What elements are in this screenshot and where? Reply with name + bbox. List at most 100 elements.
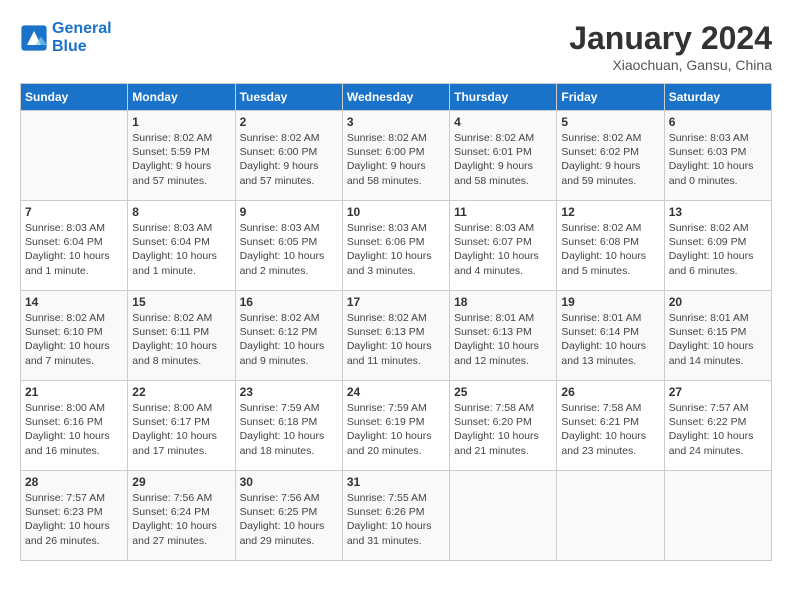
day-header-friday: Friday: [557, 84, 664, 111]
calendar-table: SundayMondayTuesdayWednesdayThursdayFrid…: [20, 83, 772, 561]
day-info: Sunrise: 7:56 AM Sunset: 6:25 PM Dayligh…: [240, 491, 338, 548]
calendar-week-3: 14 Sunrise: 8:02 AM Sunset: 6:10 PM Dayli…: [21, 291, 772, 381]
location-subtitle: Xiaochuan, Gansu, China: [569, 57, 772, 73]
day-number: 9: [240, 205, 338, 219]
calendar-cell: 9 Sunrise: 8:03 AM Sunset: 6:05 PM Daylig…: [235, 201, 342, 291]
day-number: 6: [669, 115, 767, 129]
day-header-saturday: Saturday: [664, 84, 771, 111]
calendar-cell: 29 Sunrise: 7:56 AM Sunset: 6:24 PM Dayli…: [128, 471, 235, 561]
day-number: 30: [240, 475, 338, 489]
day-number: 14: [25, 295, 123, 309]
day-number: 15: [132, 295, 230, 309]
month-title: January 2024: [569, 20, 772, 57]
day-info: Sunrise: 8:02 AM Sunset: 6:01 PM Dayligh…: [454, 131, 552, 188]
day-header-monday: Monday: [128, 84, 235, 111]
day-number: 20: [669, 295, 767, 309]
day-info: Sunrise: 8:01 AM Sunset: 6:14 PM Dayligh…: [561, 311, 659, 368]
day-info: Sunrise: 7:56 AM Sunset: 6:24 PM Dayligh…: [132, 491, 230, 548]
logo-blue: Blue: [52, 38, 87, 55]
day-number: 17: [347, 295, 445, 309]
calendar-cell: 8 Sunrise: 8:03 AM Sunset: 6:04 PM Daylig…: [128, 201, 235, 291]
logo: General Blue: [20, 20, 112, 56]
day-info: Sunrise: 8:02 AM Sunset: 6:00 PM Dayligh…: [347, 131, 445, 188]
day-info: Sunrise: 8:02 AM Sunset: 6:13 PM Dayligh…: [347, 311, 445, 368]
logo-general: General: [52, 20, 112, 37]
calendar-cell: 26Sunrise: 7:58 AM Sunset: 6:21 PM Dayli…: [557, 381, 664, 471]
calendar-cell: 16 Sunrise: 8:02 AM Sunset: 6:12 PM Dayli…: [235, 291, 342, 381]
calendar-cell: 14 Sunrise: 8:02 AM Sunset: 6:10 PM Dayli…: [21, 291, 128, 381]
day-number: 2: [240, 115, 338, 129]
title-block: January 2024 Xiaochuan, Gansu, China: [569, 20, 772, 73]
calendar-week-5: 28Sunrise: 7:57 AM Sunset: 6:23 PM Dayli…: [21, 471, 772, 561]
calendar-cell: 3 Sunrise: 8:02 AM Sunset: 6:00 PM Daylig…: [342, 111, 449, 201]
day-info: Sunrise: 8:02 AM Sunset: 5:59 PM Dayligh…: [132, 131, 230, 188]
day-number: 8: [132, 205, 230, 219]
day-info: Sunrise: 8:02 AM Sunset: 6:09 PM Dayligh…: [669, 221, 767, 278]
calendar-cell: 31 Sunrise: 7:55 AM Sunset: 6:26 PM Dayli…: [342, 471, 449, 561]
day-info: Sunrise: 8:02 AM Sunset: 6:02 PM Dayligh…: [561, 131, 659, 188]
logo-icon: [20, 24, 48, 52]
day-number: 11: [454, 205, 552, 219]
calendar-cell: [557, 471, 664, 561]
day-info: Sunrise: 8:02 AM Sunset: 6:10 PM Dayligh…: [25, 311, 123, 368]
calendar-cell: 19 Sunrise: 8:01 AM Sunset: 6:14 PM Dayli…: [557, 291, 664, 381]
day-number: 29: [132, 475, 230, 489]
day-number: 19: [561, 295, 659, 309]
day-info: Sunrise: 7:55 AM Sunset: 6:26 PM Dayligh…: [347, 491, 445, 548]
calendar-cell: 17 Sunrise: 8:02 AM Sunset: 6:13 PM Dayli…: [342, 291, 449, 381]
calendar-cell: 23Sunrise: 7:59 AM Sunset: 6:18 PM Dayli…: [235, 381, 342, 471]
calendar-cell: 12 Sunrise: 8:02 AM Sunset: 6:08 PM Dayli…: [557, 201, 664, 291]
page-header: General Blue January 2024 Xiaochuan, Gan…: [20, 20, 772, 73]
day-number: 13: [669, 205, 767, 219]
calendar-cell: 22Sunrise: 8:00 AM Sunset: 6:17 PM Dayli…: [128, 381, 235, 471]
day-number: 16: [240, 295, 338, 309]
calendar-cell: 27Sunrise: 7:57 AM Sunset: 6:22 PM Dayli…: [664, 381, 771, 471]
day-number: 10: [347, 205, 445, 219]
calendar-cell: 7 Sunrise: 8:03 AM Sunset: 6:04 PM Daylig…: [21, 201, 128, 291]
calendar-cell: [21, 111, 128, 201]
day-number: 3: [347, 115, 445, 129]
calendar-cell: 18Sunrise: 8:01 AM Sunset: 6:13 PM Dayli…: [450, 291, 557, 381]
day-info: Sunrise: 8:02 AM Sunset: 6:11 PM Dayligh…: [132, 311, 230, 368]
calendar-cell: 11Sunrise: 8:03 AM Sunset: 6:07 PM Dayli…: [450, 201, 557, 291]
calendar-cell: 10Sunrise: 8:03 AM Sunset: 6:06 PM Dayli…: [342, 201, 449, 291]
day-info: Sunrise: 8:02 AM Sunset: 6:00 PM Dayligh…: [240, 131, 338, 188]
day-header-tuesday: Tuesday: [235, 84, 342, 111]
day-number: 31: [347, 475, 445, 489]
day-info: Sunrise: 8:03 AM Sunset: 6:04 PM Dayligh…: [132, 221, 230, 278]
calendar-week-4: 21Sunrise: 8:00 AM Sunset: 6:16 PM Dayli…: [21, 381, 772, 471]
day-number: 26: [561, 385, 659, 399]
logo-text: General Blue: [52, 20, 112, 56]
day-info: Sunrise: 7:58 AM Sunset: 6:20 PM Dayligh…: [454, 401, 552, 458]
calendar-body: 1Sunrise: 8:02 AM Sunset: 5:59 PM Daylig…: [21, 111, 772, 561]
calendar-cell: 6Sunrise: 8:03 AM Sunset: 6:03 PM Daylig…: [664, 111, 771, 201]
day-info: Sunrise: 8:02 AM Sunset: 6:12 PM Dayligh…: [240, 311, 338, 368]
calendar-week-2: 7 Sunrise: 8:03 AM Sunset: 6:04 PM Daylig…: [21, 201, 772, 291]
day-info: Sunrise: 8:01 AM Sunset: 6:13 PM Dayligh…: [454, 311, 552, 368]
day-info: Sunrise: 8:02 AM Sunset: 6:08 PM Dayligh…: [561, 221, 659, 278]
day-number: 12: [561, 205, 659, 219]
calendar-cell: 4Sunrise: 8:02 AM Sunset: 6:01 PM Daylig…: [450, 111, 557, 201]
day-info: Sunrise: 8:00 AM Sunset: 6:17 PM Dayligh…: [132, 401, 230, 458]
calendar-header-row: SundayMondayTuesdayWednesdayThursdayFrid…: [21, 84, 772, 111]
day-number: 27: [669, 385, 767, 399]
calendar-cell: 21Sunrise: 8:00 AM Sunset: 6:16 PM Dayli…: [21, 381, 128, 471]
calendar-week-1: 1Sunrise: 8:02 AM Sunset: 5:59 PM Daylig…: [21, 111, 772, 201]
day-number: 5: [561, 115, 659, 129]
day-header-wednesday: Wednesday: [342, 84, 449, 111]
calendar-cell: 15 Sunrise: 8:02 AM Sunset: 6:11 PM Dayli…: [128, 291, 235, 381]
day-number: 24: [347, 385, 445, 399]
day-number: 28: [25, 475, 123, 489]
day-info: Sunrise: 7:59 AM Sunset: 6:18 PM Dayligh…: [240, 401, 338, 458]
calendar-cell: 1Sunrise: 8:02 AM Sunset: 5:59 PM Daylig…: [128, 111, 235, 201]
calendar-cell: 20 Sunrise: 8:01 AM Sunset: 6:15 PM Dayli…: [664, 291, 771, 381]
calendar-cell: [450, 471, 557, 561]
day-info: Sunrise: 8:03 AM Sunset: 6:04 PM Dayligh…: [25, 221, 123, 278]
calendar-cell: 30 Sunrise: 7:56 AM Sunset: 6:25 PM Dayli…: [235, 471, 342, 561]
day-info: Sunrise: 8:01 AM Sunset: 6:15 PM Dayligh…: [669, 311, 767, 368]
day-info: Sunrise: 7:59 AM Sunset: 6:19 PM Dayligh…: [347, 401, 445, 458]
calendar-cell: [664, 471, 771, 561]
day-info: Sunrise: 8:03 AM Sunset: 6:05 PM Dayligh…: [240, 221, 338, 278]
day-number: 7: [25, 205, 123, 219]
day-info: Sunrise: 8:00 AM Sunset: 6:16 PM Dayligh…: [25, 401, 123, 458]
